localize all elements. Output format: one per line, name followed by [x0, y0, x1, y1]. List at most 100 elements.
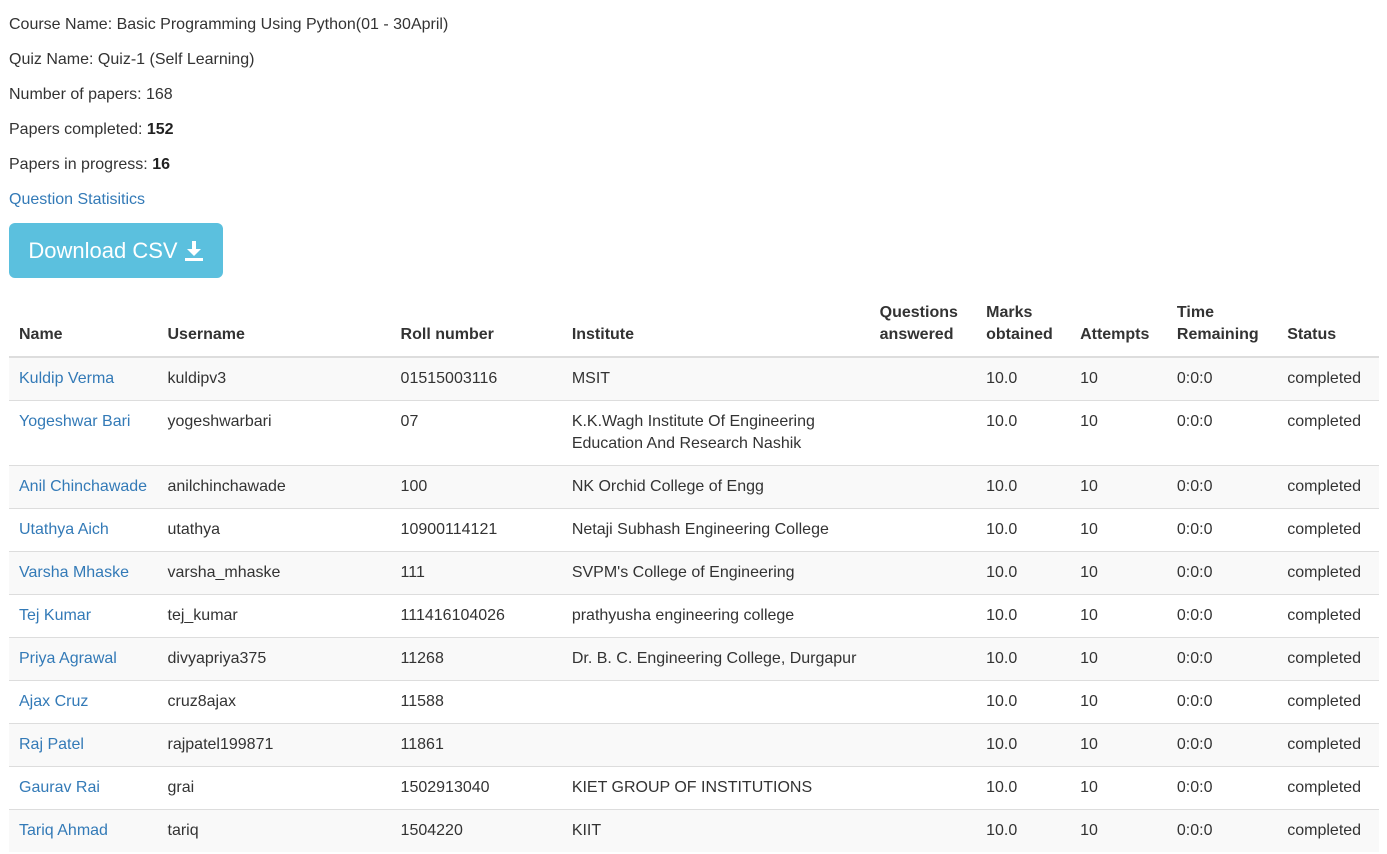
- header-time-remaining: Time Remaining: [1166, 296, 1278, 358]
- student-name-link[interactable]: Utathya Aich: [19, 521, 109, 538]
- student-name-link[interactable]: Tariq Ahmad: [19, 822, 108, 839]
- roll-number-cell: 11588: [390, 680, 562, 724]
- questions-answered-cell: [869, 594, 977, 638]
- attempts-cell: 10: [1070, 723, 1167, 767]
- table-row: Tariq Ahmad tariq 1504220 KIIT 10.0 10 0:0:0 co…: [9, 809, 1379, 852]
- status-cell: completed: [1277, 551, 1379, 595]
- marks-cell: 10.0: [976, 400, 1071, 466]
- institute-cell: [561, 680, 870, 724]
- header-marks-obtained: Marks obtained: [976, 296, 1071, 358]
- name-cell: Ajax Cruz: [9, 680, 158, 724]
- roll-number-cell: 1502913040: [390, 766, 562, 810]
- roll-number-cell: 100: [390, 465, 562, 509]
- header-marks-line2: obtained: [986, 326, 1053, 343]
- attempts-cell: 10: [1070, 356, 1167, 401]
- attempts-cell: 10: [1070, 594, 1167, 638]
- questions-answered-cell: [869, 508, 977, 552]
- questions-answered-cell: [869, 766, 977, 810]
- marks-cell: 10.0: [976, 809, 1071, 852]
- questions-answered-cell: [869, 551, 977, 595]
- questions-answered-cell: [869, 723, 977, 767]
- header-name: Name: [9, 296, 158, 358]
- table-row: Utathya Aich utathya 10900114121 Netaji Sub…: [9, 508, 1379, 552]
- username-cell: divyapriya375: [157, 637, 391, 681]
- student-name-link[interactable]: Yogeshwar Bari: [19, 413, 130, 430]
- student-name-link[interactable]: Raj Patel: [19, 736, 84, 753]
- header-questions-line1: Questions: [879, 304, 958, 321]
- papers-count: Number of papers: 168: [9, 86, 173, 103]
- student-name-link[interactable]: Ajax Cruz: [19, 693, 88, 710]
- questions-answered-cell: [869, 637, 977, 681]
- table-row: Raj Patel rajpatel199871 11861 10.0 10 0:0:0 c…: [9, 723, 1379, 767]
- student-name-link[interactable]: Varsha Mhaske: [19, 564, 129, 581]
- name-cell: Varsha Mhaske: [9, 551, 158, 595]
- status-cell: completed: [1277, 766, 1379, 810]
- header-username: Username: [157, 296, 391, 358]
- student-name-link[interactable]: Tej Kumar: [19, 607, 91, 624]
- status-cell: completed: [1277, 594, 1379, 638]
- roll-number-cell: 01515003116: [390, 356, 562, 401]
- time-remaining-cell: 0:0:0: [1166, 766, 1278, 810]
- marks-cell: 10.0: [976, 508, 1071, 552]
- marks-cell: 10.0: [976, 766, 1071, 810]
- quiz-name: Quiz Name: Quiz-1 (Self Learning): [9, 51, 255, 68]
- roll-number-cell: 111416104026: [390, 594, 562, 638]
- header-time-line1: Time: [1176, 304, 1214, 321]
- institute-cell: MSIT: [561, 356, 870, 401]
- institute-cell: Netaji Subhash Engineering College: [561, 508, 870, 552]
- time-remaining-cell: 0:0:0: [1166, 723, 1278, 767]
- course-name: Course Name: Basic Programming Using Pyt…: [9, 16, 449, 33]
- status-cell: completed: [1277, 723, 1379, 767]
- table-row: Ajax Cruz cruz8ajax 11588 10.0 10 0:0:0 comple…: [9, 680, 1379, 724]
- username-cell: varsha_mhaske: [157, 551, 391, 595]
- attempts-cell: 10: [1070, 465, 1167, 509]
- question-statistics-link[interactable]: Question Statisitics: [9, 189, 145, 211]
- marks-cell: 10.0: [976, 637, 1071, 681]
- institute-cell: SVPM's College of Engineering: [561, 551, 870, 595]
- username-cell: grai: [157, 766, 391, 810]
- student-name-link[interactable]: Gaurav Rai: [19, 779, 100, 796]
- student-name-link[interactable]: Priya Agrawal: [19, 650, 117, 667]
- papers-in-progress-value: 16: [152, 156, 170, 173]
- name-cell: Yogeshwar Bari: [9, 400, 158, 466]
- header-time-line2: Remaining: [1176, 326, 1259, 343]
- header-roll-number: Roll number: [390, 296, 562, 358]
- name-cell: Gaurav Rai: [9, 766, 158, 810]
- marks-cell: 10.0: [976, 680, 1071, 724]
- time-remaining-cell: 0:0:0: [1166, 680, 1278, 724]
- marks-cell: 10.0: [976, 551, 1071, 595]
- name-cell: Kuldip Verma: [9, 356, 158, 401]
- username-cell: kuldipv3: [157, 356, 391, 401]
- student-name-link[interactable]: Kuldip Verma: [19, 370, 114, 387]
- institute-cell: prathyusha engineering college: [561, 594, 870, 638]
- table-row: Kuldip Verma kuldipv3 01515003116 MSIT 10.0 1…: [9, 356, 1379, 401]
- header-questions-line2: answered: [879, 326, 954, 343]
- table-row: Priya Agrawal divyapriya375 11268 Dr. B. C.…: [9, 637, 1379, 681]
- time-remaining-cell: 0:0:0: [1166, 809, 1278, 852]
- username-cell: rajpatel199871: [157, 723, 391, 767]
- questions-answered-cell: [869, 465, 977, 509]
- download-csv-button[interactable]: Download CSV: [9, 223, 223, 278]
- marks-cell: 10.0: [976, 465, 1071, 509]
- results-table-header: Name Username Roll number Institute Ques…: [9, 296, 1379, 358]
- questions-answered-cell: [869, 680, 977, 724]
- institute-cell: [561, 723, 870, 767]
- papers-completed: Papers completed: 152: [9, 119, 1387, 154]
- roll-number-cell: 07: [390, 400, 562, 466]
- roll-number-cell: 1504220: [390, 809, 562, 852]
- time-remaining-cell: 0:0:0: [1166, 465, 1278, 509]
- header-questions-answered: Questions answered: [869, 296, 977, 358]
- time-remaining-cell: 0:0:0: [1166, 400, 1278, 466]
- status-cell: completed: [1277, 356, 1379, 401]
- username-cell: utathya: [157, 508, 391, 552]
- roll-number-cell: 10900114121: [390, 508, 562, 552]
- table-row: Varsha Mhaske varsha_mhaske 111 SVPM's Coll…: [9, 551, 1379, 595]
- student-name-link[interactable]: Anil Chinchawade: [19, 478, 147, 495]
- results-table-body: Kuldip Verma kuldipv3 01515003116 MSIT 10.0 1…: [9, 356, 1379, 852]
- header-marks-line1: Marks: [986, 304, 1033, 321]
- questions-answered-cell: [869, 809, 977, 852]
- quiz-summary: Course Name: Basic Programming Using Pyt…: [0, 0, 1387, 211]
- name-cell: Tej Kumar: [9, 594, 158, 638]
- header-status: Status: [1277, 296, 1379, 358]
- status-cell: completed: [1277, 465, 1379, 509]
